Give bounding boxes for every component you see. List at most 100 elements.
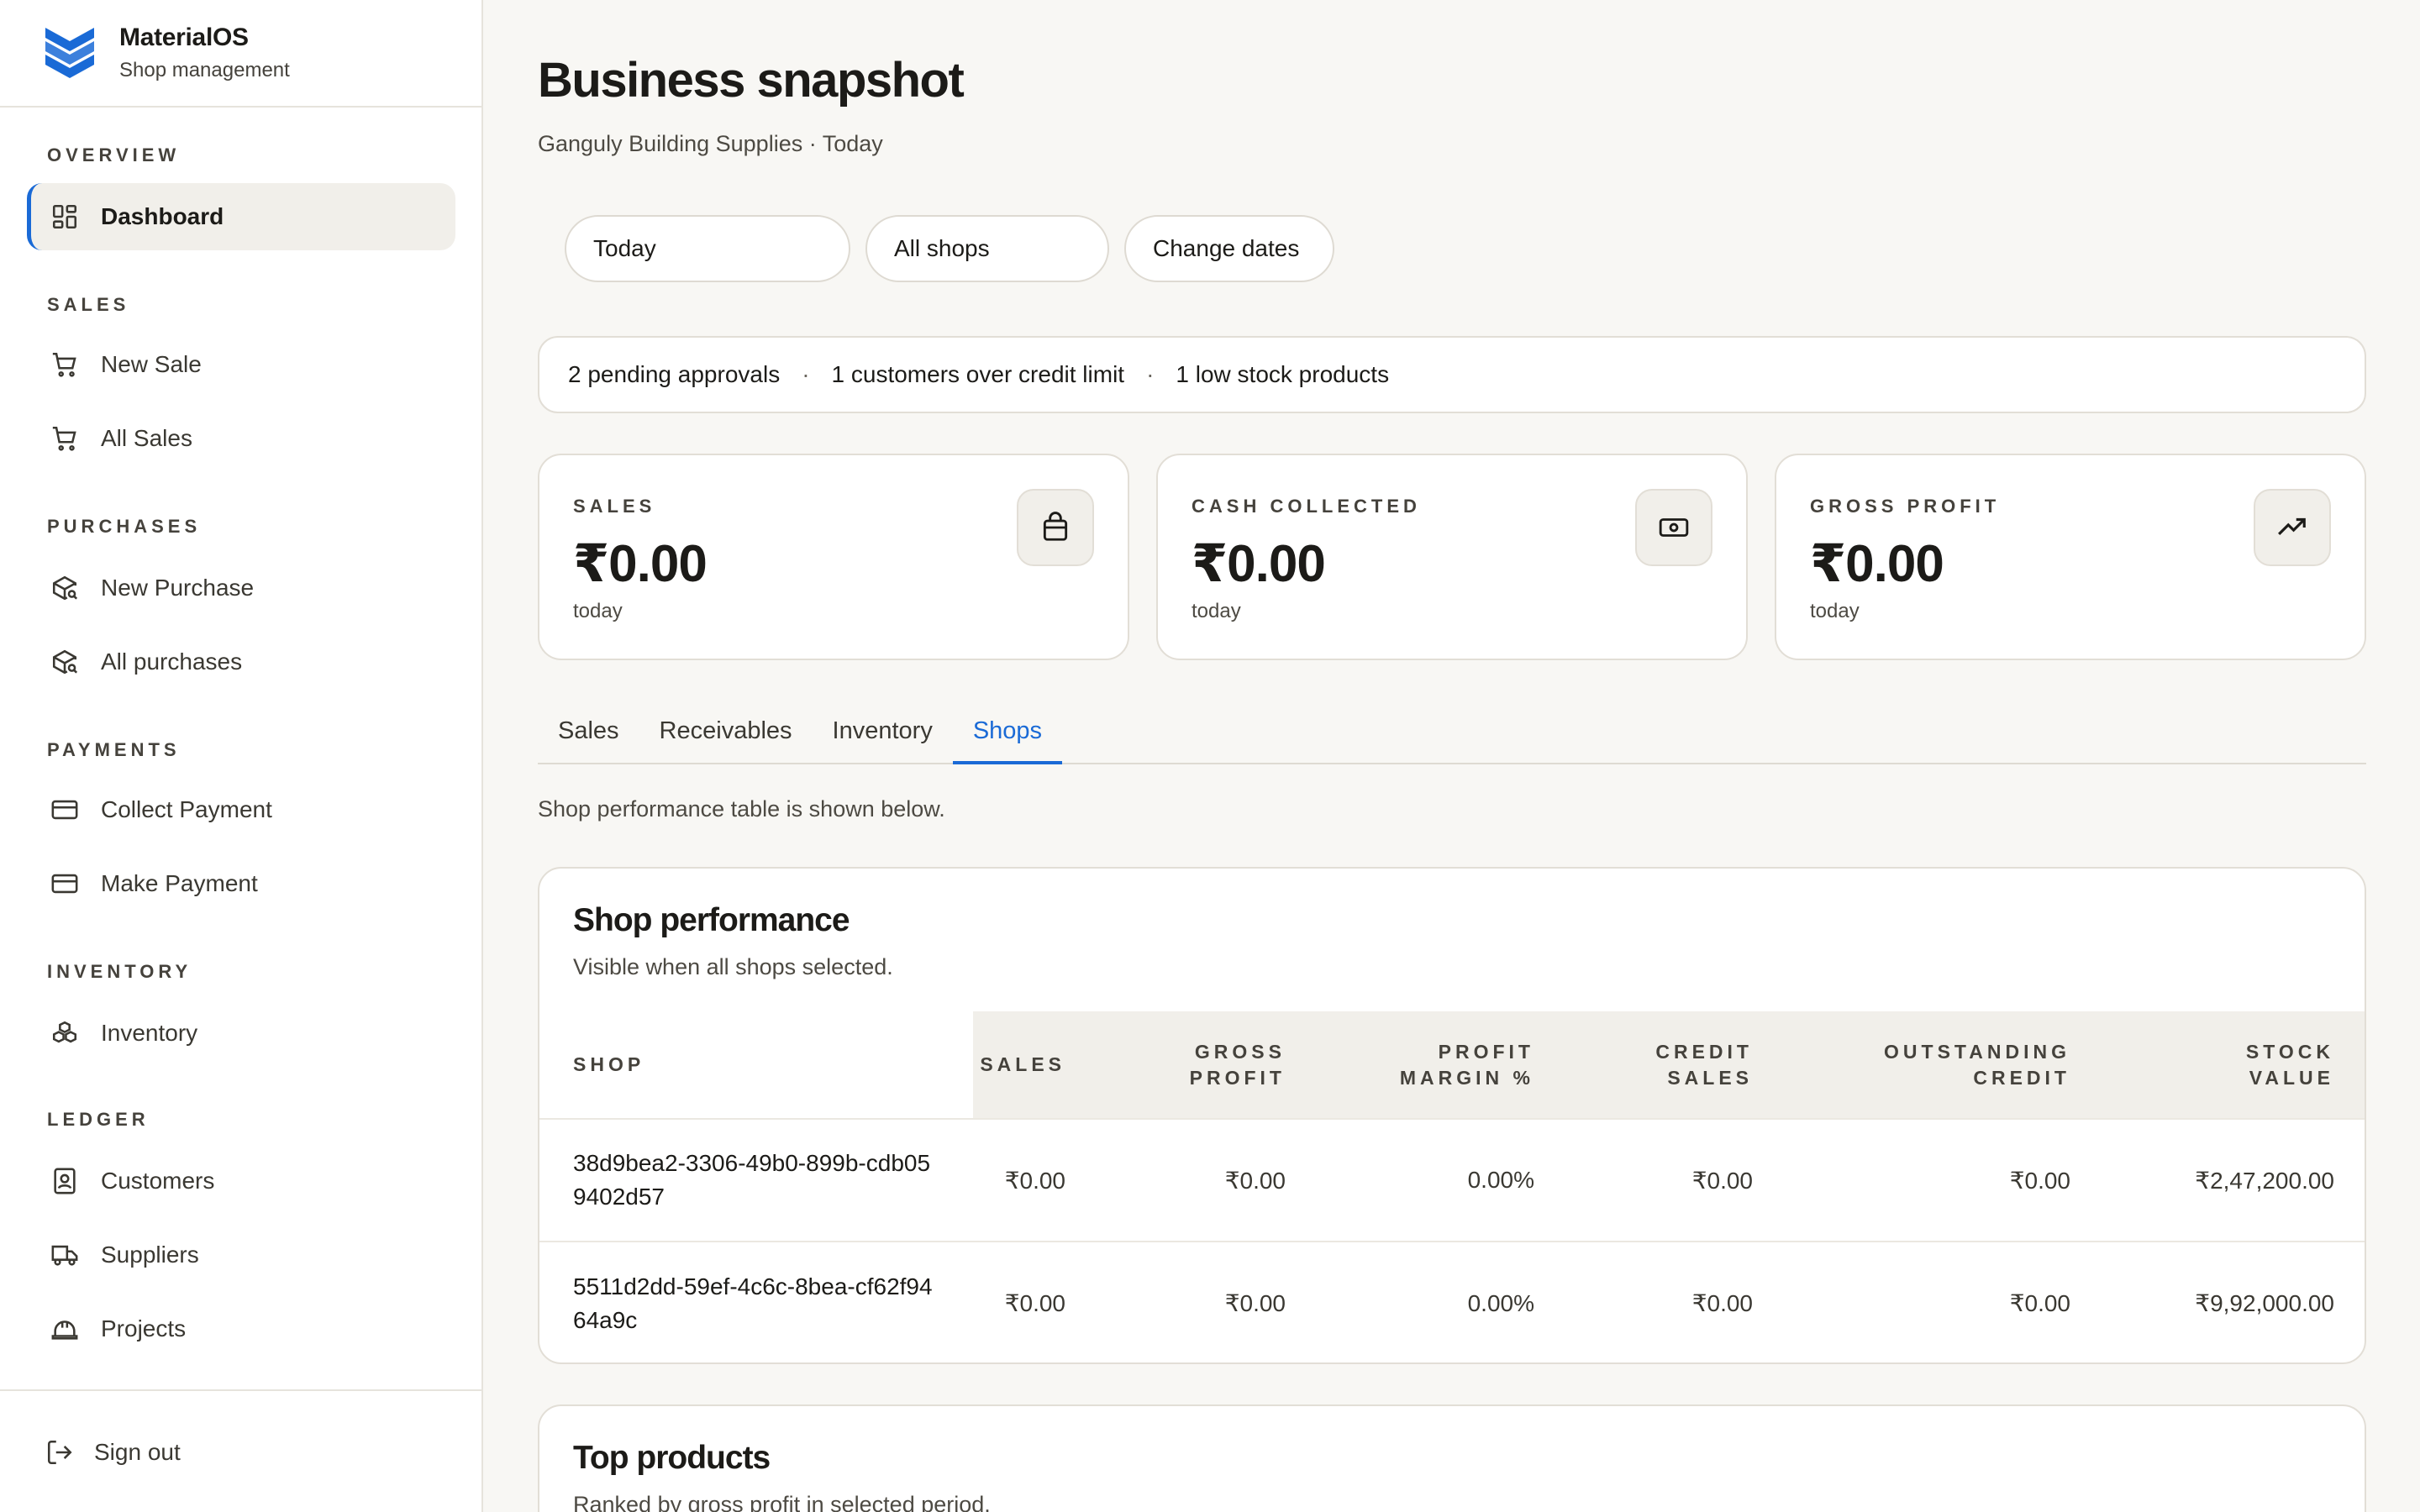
pending-approvals-alert[interactable]: 2 pending approvals [568, 361, 780, 388]
stat-value: ₹0.00 [1810, 535, 1944, 593]
stat-card-sales: SALES ₹0.00 today [538, 454, 1129, 660]
section-title-purchases: PURCHASES [47, 516, 202, 537]
cell-outstanding-credit: ₹0.00 [2009, 1290, 2070, 1316]
sidebar-item-label: New Sale [101, 351, 202, 377]
truck-icon [51, 1245, 78, 1266]
sidebar-item-label: Dashboard [101, 203, 224, 229]
cell-profit-margin: 0.00% [1467, 1167, 1534, 1193]
tab-note: Shop performance table is shown below. [538, 796, 945, 822]
tab-inventory[interactable]: Inventory [813, 702, 953, 764]
sidebar-item-label: Inventory [101, 1020, 198, 1046]
sidebar-item-all-purchases[interactable]: All purchases [27, 628, 455, 696]
shopping-bag-icon [1017, 489, 1094, 566]
filter-bar: Today All shops Change dates [565, 215, 1334, 282]
alerts-bar: 2 pending approvals · 1 customers over c… [538, 336, 2366, 413]
cart-icon [52, 352, 76, 377]
stat-value: ₹0.00 [573, 535, 708, 593]
stat-card-cash-collected: CASH COLLECTED ₹0.00 today [1156, 454, 1748, 660]
column-header-shop[interactable]: SHOP [539, 1011, 973, 1119]
cell-credit-sales: ₹0.00 [1691, 1167, 1753, 1194]
sidebar-item-customers[interactable]: Customers [27, 1147, 455, 1215]
shop-filter[interactable]: All shops [865, 215, 1109, 282]
cell-shop: 5511d2dd-59ef-4c6c-8bea-cf62f9464a9c [573, 1273, 933, 1333]
low-stock-alert[interactable]: 1 low stock products [1176, 361, 1389, 388]
section-title-sales: SALES [47, 294, 130, 315]
cell-credit-sales: ₹0.00 [1691, 1290, 1753, 1316]
sidebar-item-label: Suppliers [101, 1242, 199, 1268]
section-title-overview: OVERVIEW [47, 144, 181, 165]
cell-gross-profit: ₹0.00 [1224, 1167, 1286, 1194]
cell-shop: 38d9bea2-3306-49b0-899b-cdb059402d57 [573, 1150, 931, 1210]
sidebar-item-label: Collect Payment [101, 796, 272, 822]
column-header-credit-sales[interactable]: CREDIT SALES [1568, 1011, 1786, 1119]
column-header-profit-margin[interactable]: PROFIT MARGIN % [1319, 1011, 1568, 1119]
change-dates-button[interactable]: Change dates [1124, 215, 1334, 282]
sidebar-item-inventory[interactable]: Inventory [27, 1000, 455, 1067]
stat-label: SALES [573, 496, 656, 517]
sidebar-item-suppliers[interactable]: Suppliers [27, 1221, 455, 1289]
sidebar-item-new-sale[interactable]: New Sale [27, 331, 455, 398]
log-out-icon [47, 1440, 72, 1465]
cell-stock-value: ₹2,47,200.00 [2195, 1167, 2334, 1194]
sidebar-item-label: All Sales [101, 425, 192, 451]
sidebar-item-label: New Purchase [101, 575, 255, 601]
credit-limit-alert[interactable]: 1 customers over credit limit [832, 361, 1125, 388]
alert-separator: · [1146, 361, 1155, 387]
section-title-payments: PAYMENTS [47, 739, 181, 760]
column-header-sales[interactable]: SALES [973, 1011, 1099, 1119]
brand-name: MaterialOS [119, 24, 249, 51]
stat-note: today [1810, 600, 1860, 622]
sidebar-item-dashboard[interactable]: Dashboard [27, 183, 455, 250]
sidebar-item-all-sales[interactable]: All Sales [27, 405, 455, 472]
sidebar-footer: Sign out [0, 1389, 481, 1512]
cell-gross-profit: ₹0.00 [1224, 1290, 1286, 1316]
tab-shops[interactable]: Shops [952, 702, 1063, 764]
sidebar-item-make-payment[interactable]: Make Payment [27, 850, 455, 917]
panel-subtitle: Ranked by gross profit in selected perio… [573, 1492, 991, 1512]
materialos-logo-icon [45, 28, 94, 78]
sidebar-item-label: Projects [101, 1315, 187, 1341]
sidebar-item-new-purchase[interactable]: New Purchase [27, 554, 455, 622]
column-header-outstanding-credit[interactable]: OUTSTANDING CREDIT [1786, 1011, 2104, 1119]
sidebar-item-collect-payment[interactable]: Collect Payment [27, 776, 455, 843]
stat-label: CASH COLLECTED [1192, 496, 1421, 517]
cell-profit-margin: 0.00% [1467, 1289, 1534, 1316]
stat-card-gross-profit: GROSS PROFIT ₹0.00 today [1775, 454, 2366, 660]
tab-receivables[interactable]: Receivables [639, 702, 813, 764]
page-subtitle: Ganguly Building Supplies · Today [538, 131, 883, 156]
section-title-ledger: LEDGER [47, 1109, 150, 1130]
cart-icon [52, 426, 76, 451]
table-header-row: SHOP SALES GROSS PROFIT PROFIT MARGIN % CR… [539, 1011, 2365, 1119]
sidebar-item-label: Customers [101, 1168, 215, 1194]
column-header-gross-profit[interactable]: GROSS PROFIT [1099, 1011, 1319, 1119]
tab-bar: Sales Receivables Inventory Shops [538, 702, 2366, 764]
sign-out-button[interactable]: Sign out [45, 1438, 181, 1467]
sign-out-label: Sign out [94, 1439, 181, 1465]
boxes-icon [52, 1021, 77, 1043]
cell-stock-value: ₹9,92,000.00 [2195, 1290, 2334, 1316]
top-products-panel: Top products Ranked by gross profit in s… [538, 1404, 2366, 1512]
page-title: Business snapshot [538, 53, 965, 108]
panel-subtitle: Visible when all shops selected. [573, 954, 893, 979]
contact-book-icon [54, 1168, 76, 1194]
sidebar-item-label: Make Payment [101, 870, 258, 896]
cell-outstanding-credit: ₹0.00 [2009, 1167, 2070, 1194]
stat-value: ₹0.00 [1192, 535, 1326, 593]
table-row[interactable]: 38d9bea2-3306-49b0-899b-cdb059402d57 ₹0.… [539, 1119, 2365, 1242]
sidebar-item-projects[interactable]: Projects [27, 1295, 455, 1362]
period-filter[interactable]: Today [565, 215, 850, 282]
column-header-stock-value[interactable]: STOCK VALUE [2104, 1011, 2365, 1119]
trending-up-icon [2254, 489, 2331, 566]
hard-hat-icon [51, 1320, 78, 1340]
panel-title: Shop performance [573, 902, 850, 938]
cell-sales: ₹0.00 [1004, 1290, 1065, 1316]
panel-title: Top products [573, 1440, 771, 1476]
package-search-icon [52, 649, 78, 675]
brand[interactable]: MaterialOS Shop management [0, 0, 481, 108]
dashboard-icon [52, 204, 77, 229]
table-row[interactable]: 5511d2dd-59ef-4c6c-8bea-cf62f9464a9c ₹0.… [539, 1242, 2365, 1362]
tab-sales[interactable]: Sales [538, 702, 639, 764]
shop-performance-panel: Shop performance Visible when all shops … [538, 867, 2366, 1364]
section-title-inventory: INVENTORY [47, 961, 192, 982]
alert-separator: · [802, 361, 810, 387]
